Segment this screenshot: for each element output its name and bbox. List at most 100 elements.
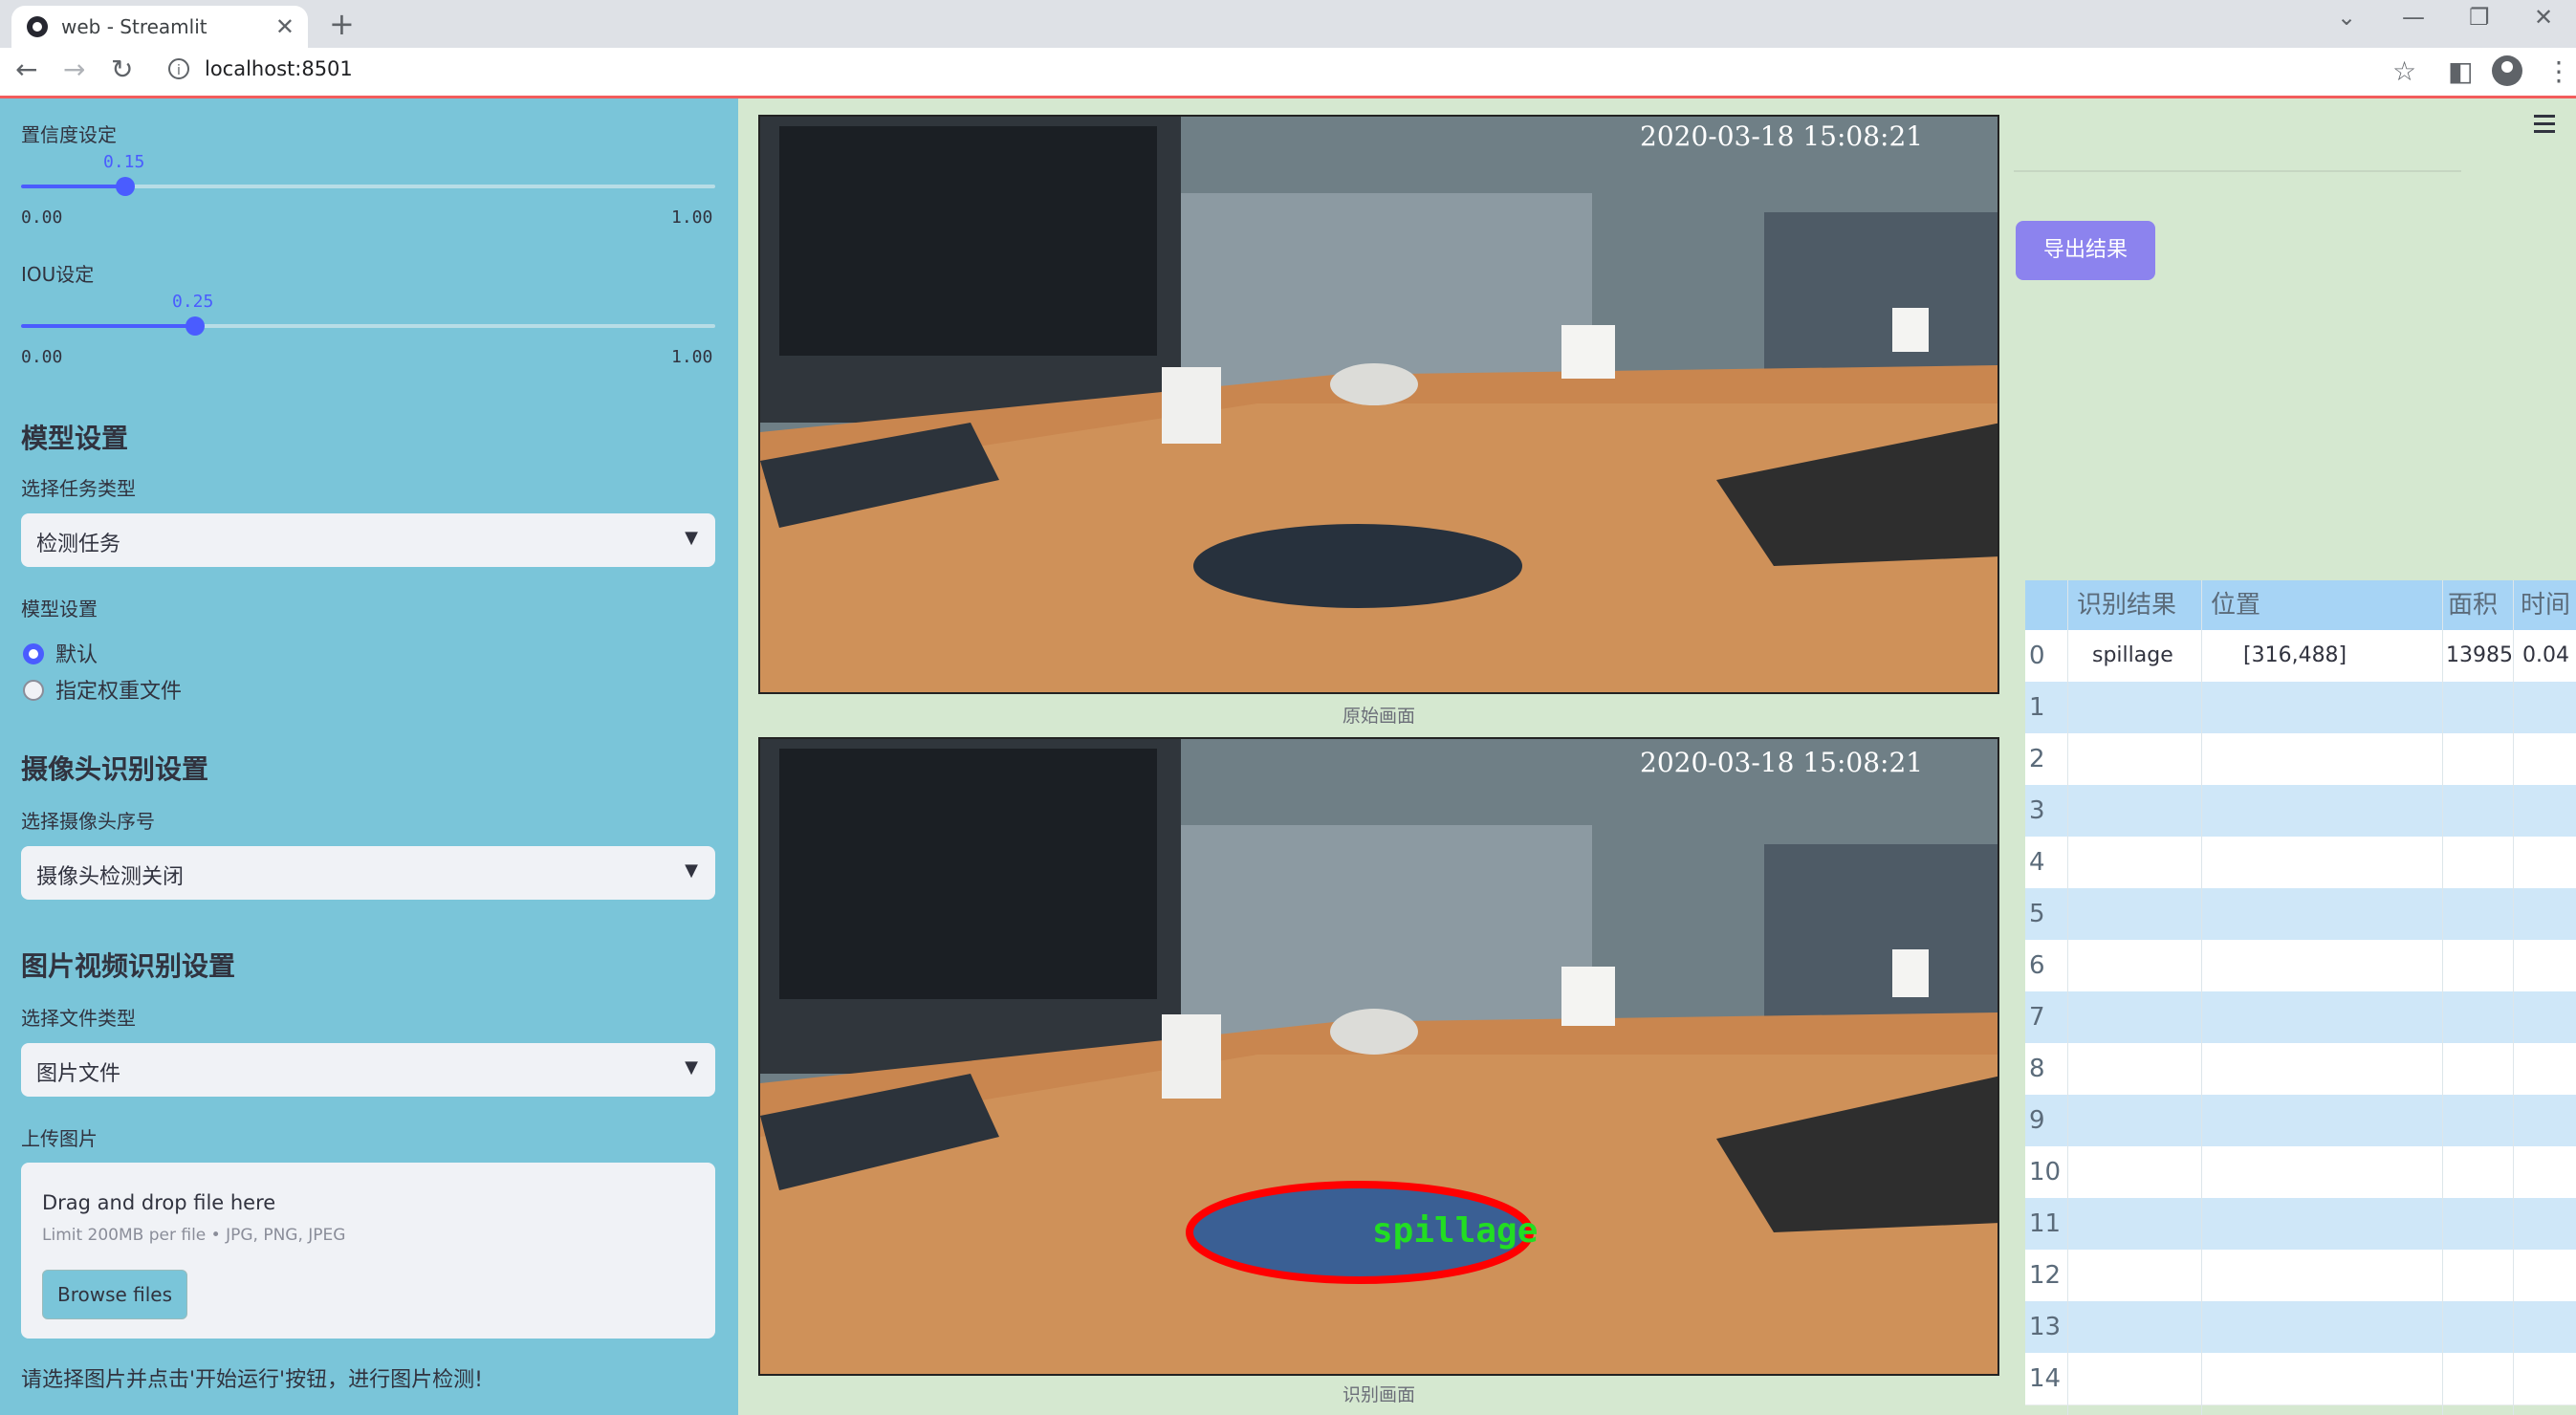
file-uploader-dropzone[interactable]: Drag and drop file here Limit 200MB per …: [21, 1163, 715, 1339]
header-result[interactable]: 识别结果: [2077, 580, 2176, 632]
profile-avatar-icon[interactable]: [2492, 55, 2522, 86]
table-row: 9: [2025, 1095, 2576, 1147]
header-position[interactable]: 位置: [2211, 580, 2260, 632]
chevron-down-icon: ▼: [685, 1057, 698, 1078]
tab-search-icon[interactable]: ⌄: [2337, 4, 2356, 31]
file-type-label: 选择文件类型: [21, 1007, 136, 1030]
radio-default-label[interactable]: 默认: [55, 638, 98, 668]
table-row: 2: [2025, 733, 2576, 786]
table-row: 11: [2025, 1198, 2576, 1251]
detection-label: spillage: [1372, 1211, 1538, 1251]
divider: [2014, 170, 2461, 172]
column-divider: [2067, 580, 2068, 1415]
minimize-icon[interactable]: —: [2402, 4, 2425, 31]
header-area[interactable]: 面积: [2448, 580, 2498, 632]
bookmark-star-icon[interactable]: ☆: [2392, 55, 2416, 87]
row-index: 8: [2029, 1055, 2045, 1083]
results-table: 识别结果 位置 面积 时间 0 spillage [316,488] 13985 0.0…: [2025, 580, 2576, 1415]
detection-image: spillage 2020-03-18 15:08:21: [758, 737, 1999, 1376]
file-type-select[interactable]: 图片文件 ▼: [21, 1043, 715, 1097]
new-tab-icon[interactable]: +: [329, 6, 355, 42]
export-results-button[interactable]: 导出结果: [2016, 221, 2155, 280]
browse-files-button[interactable]: Browse files: [42, 1270, 187, 1319]
detection-timestamp: 2020-03-18 15:08:21: [1640, 747, 1923, 778]
side-panel-icon[interactable]: ◧: [2448, 55, 2473, 87]
table-row: 13: [2025, 1301, 2576, 1354]
radio-custom-weights[interactable]: [23, 680, 44, 701]
window-close-icon[interactable]: ✕: [2534, 4, 2553, 31]
task-type-label: 选择任务类型: [21, 477, 136, 500]
iou-min: 0.00: [21, 347, 63, 367]
row-index: 9: [2029, 1106, 2045, 1135]
radio-default[interactable]: [23, 643, 44, 664]
forward-icon[interactable]: →: [63, 54, 85, 85]
confidence-slider-fill: [21, 185, 125, 188]
browser-toolbar: ← → ↻ i localhost:8501 ☆ ◧ ⋮: [0, 48, 2576, 98]
table-row: 4: [2025, 837, 2576, 889]
result-caption: 识别画面: [1342, 1384, 1415, 1405]
row-index: 3: [2029, 796, 2045, 825]
model-label: 模型设置: [21, 598, 98, 620]
hamburger-menu-icon[interactable]: [2534, 115, 2555, 138]
browser-tabstrip: web - Streamlit ✕ + ⌄ — ❐ ✕: [0, 0, 2576, 48]
file-section-heading: 图片视频识别设置: [21, 950, 236, 982]
table-row: 1: [2025, 682, 2576, 734]
chevron-down-icon: ▼: [685, 860, 698, 881]
back-icon[interactable]: ←: [15, 54, 37, 85]
restore-icon[interactable]: ❐: [2469, 4, 2490, 31]
file-type-value: 图片文件: [36, 1062, 121, 1086]
column-divider: [2513, 580, 2514, 1415]
confidence-value: 0.15: [103, 152, 145, 172]
cell-time: 0.04: [2522, 643, 2569, 667]
iou-slider-thumb[interactable]: [185, 316, 205, 336]
original-image: 2020-03-18 15:08:21: [758, 115, 1999, 694]
table-row: 8: [2025, 1043, 2576, 1096]
table-row: 5: [2025, 888, 2576, 941]
row-index: 13: [2029, 1313, 2062, 1341]
row-index: 5: [2029, 900, 2045, 928]
table-row: 3: [2025, 785, 2576, 838]
row-index: 4: [2029, 848, 2045, 877]
iou-max: 1.00: [671, 347, 713, 367]
hint-text: 请选择图片并点击'开始运行'按钮，进行图片检测!: [21, 1368, 483, 1392]
row-index: 6: [2029, 951, 2045, 980]
cell-result: spillage: [2092, 643, 2173, 667]
task-type-select[interactable]: 检测任务 ▼: [21, 513, 715, 567]
close-tab-icon[interactable]: ✕: [275, 13, 295, 40]
table-row: 14: [2025, 1353, 2576, 1405]
confidence-max: 1.00: [671, 207, 713, 228]
table-row: 12: [2025, 1250, 2576, 1302]
original-timestamp: 2020-03-18 15:08:21: [1640, 120, 1923, 152]
row-index: 0: [2029, 642, 2045, 670]
model-section-heading: 模型设置: [21, 423, 129, 454]
camera-label: 选择摄像头序号: [21, 810, 155, 833]
upload-title: Drag and drop file here: [42, 1191, 276, 1214]
column-divider: [2201, 580, 2202, 1415]
radio-custom-weights-label[interactable]: 指定权重文件: [55, 674, 182, 705]
confidence-label: 置信度设定: [21, 123, 117, 146]
confidence-slider-thumb[interactable]: [115, 177, 135, 196]
camera-select[interactable]: 摄像头检测关闭 ▼: [21, 846, 715, 900]
task-type-value: 检测任务: [36, 533, 121, 556]
iou-slider[interactable]: [21, 316, 715, 336]
table-row: 0 spillage [316,488] 13985 0.04: [2025, 630, 2576, 683]
row-index: 2: [2029, 745, 2045, 773]
header-time[interactable]: 时间: [2521, 580, 2570, 632]
browser-tab[interactable]: web - Streamlit ✕: [11, 6, 308, 48]
iou-slider-fill: [21, 324, 195, 328]
iou-label: IOU设定: [21, 263, 95, 286]
address-bar[interactable]: localhost:8501: [205, 57, 353, 80]
chevron-down-icon: ▼: [685, 528, 698, 548]
confidence-slider[interactable]: [21, 177, 715, 196]
reload-icon[interactable]: ↻: [111, 54, 133, 85]
column-divider: [2442, 580, 2443, 1415]
table-row: 10: [2025, 1146, 2576, 1199]
tab-title: web - Streamlit: [61, 15, 207, 38]
streamlit-favicon-icon: [27, 16, 48, 37]
site-info-icon[interactable]: i: [168, 58, 189, 79]
detection-scene: spillage 2020-03-18 15:08:21: [760, 739, 1997, 1374]
row-index: 14: [2029, 1364, 2062, 1393]
table-row: 6: [2025, 940, 2576, 992]
row-index: 10: [2029, 1158, 2062, 1186]
browser-menu-icon[interactable]: ⋮: [2545, 55, 2572, 87]
